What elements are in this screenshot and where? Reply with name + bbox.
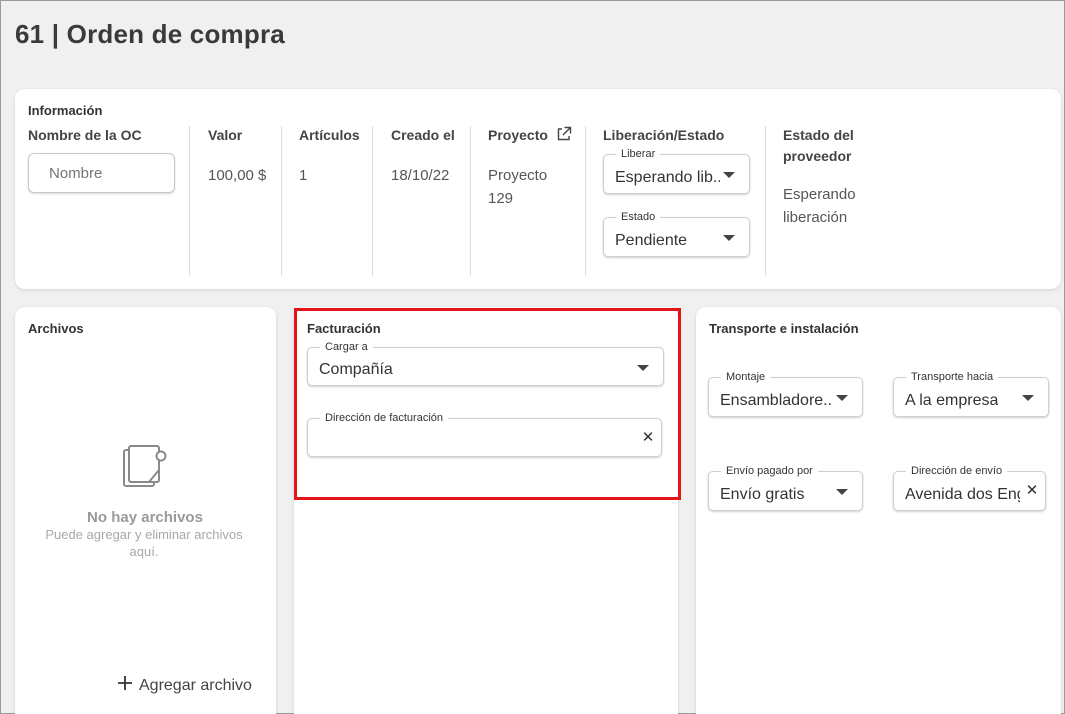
supplier-status-label: Estado del proveedor (783, 125, 854, 167)
articles-count: 1 (299, 167, 308, 184)
value-label: Valor (208, 127, 243, 143)
chevron-down-icon (723, 235, 735, 241)
supplier-status-value-line1: Esperando (783, 186, 856, 203)
plus-icon (117, 675, 133, 696)
transport-card: Transporte e instalación Montaje Ensambl… (696, 307, 1061, 714)
assembly-value: Ensambladore... (720, 392, 832, 409)
empty-state-subtitle: Puede agregar y eliminar archivos aquí. (29, 526, 259, 560)
shipping-paid-label: Envío pagado por (721, 464, 818, 478)
shipping-address-label: Dirección de envío (906, 464, 1008, 478)
supplier-status-label-line1: Estado del (783, 127, 854, 143)
assembly-select[interactable]: Montaje Ensambladore... (708, 370, 863, 417)
column-divider (189, 126, 190, 276)
close-icon[interactable]: ✕ (1025, 482, 1039, 500)
column-divider (281, 126, 282, 276)
chevron-down-icon (1022, 395, 1034, 401)
articles-label: Artículos (299, 127, 360, 143)
charge-to-label: Cargar a (320, 340, 373, 354)
project-value-line1: Proyecto (488, 167, 548, 184)
files-card: Archivos No hay archivos Puede agregar y… (15, 307, 276, 714)
release-label: Liberación/Estado (603, 127, 725, 143)
column-divider (765, 126, 766, 276)
transport-section-title: Transporte e instalación (709, 321, 859, 336)
empty-state-subtitle-line2: aquí. (129, 544, 159, 559)
billing-section-title: Facturación (307, 321, 381, 336)
project-label: Proyecto (488, 125, 572, 148)
empty-state-subtitle-line1: Puede agregar y eliminar archivos (45, 527, 243, 542)
close-icon[interactable]: ✕ (641, 429, 655, 447)
transport-to-label: Transporte hacia (906, 370, 999, 384)
liberar-select[interactable]: Liberar Esperando lib... (603, 147, 750, 194)
shipping-address-value: Avenida dos Eng (905, 486, 1020, 503)
files-section-title: Archivos (28, 321, 84, 336)
transport-to-select[interactable]: Transporte hacia A la empresa (893, 370, 1049, 417)
transport-to-value: A la empresa (905, 392, 999, 409)
column-divider (585, 126, 586, 276)
liberar-label: Liberar (616, 147, 661, 161)
page-title: 61 | Orden de compra (15, 19, 285, 49)
shipping-paid-value: Envío gratis (720, 486, 805, 503)
add-file-button[interactable]: Agregar archivo (117, 675, 252, 696)
created-date: 18/10/22 (391, 167, 450, 184)
supplier-status-value-line2: liberación (783, 209, 848, 226)
chevron-down-icon (836, 489, 848, 495)
value-text: 100,00 $ (208, 167, 267, 184)
chevron-down-icon (723, 172, 735, 178)
column-divider (372, 126, 373, 276)
project-label-text: Proyecto (488, 127, 548, 143)
info-section-title: Información (28, 103, 103, 118)
app-window: 61 | Orden de compra Información Nombre … (0, 0, 1065, 714)
supplier-status-label-line2: proveedor (783, 148, 852, 164)
column-divider (470, 126, 471, 276)
po-name-input[interactable] (28, 153, 175, 193)
assembly-label: Montaje (721, 370, 771, 384)
info-card: Información Nombre de la OC Valor 100,00… (15, 89, 1061, 289)
chevron-down-icon (836, 395, 848, 401)
shipping-paid-select[interactable]: Envío pagado por Envío gratis (708, 464, 863, 511)
estado-value: Pendiente (615, 232, 688, 249)
estado-label: Estado (616, 210, 661, 224)
liberar-value: Esperando lib... (615, 169, 720, 186)
charge-to-value: Compañía (319, 361, 393, 378)
estado-select[interactable]: Estado Pendiente (603, 210, 750, 257)
shipping-address-field[interactable]: Dirección de envío Avenida dos Eng ✕ (893, 464, 1046, 511)
chevron-down-icon (637, 364, 649, 371)
po-name-label: Nombre de la OC (28, 127, 142, 143)
billing-card: Facturación Cargar a Compañía Dirección … (294, 307, 678, 714)
billing-address-field[interactable]: Dirección de facturación ✕ (307, 411, 662, 457)
project-value-line2: 129 (488, 190, 514, 207)
charge-to-select[interactable]: Cargar a Compañía (307, 340, 664, 386)
supplier-status-value: Esperando liberación (783, 183, 856, 229)
empty-state-title: No hay archivos (87, 509, 203, 526)
document-icon (121, 445, 167, 498)
external-link-icon[interactable] (556, 126, 572, 148)
project-value[interactable]: Proyecto 129 (488, 164, 547, 210)
created-label: Creado el (391, 127, 455, 143)
add-file-label: Agregar archivo (139, 676, 252, 694)
billing-address-label: Dirección de facturación (320, 411, 449, 425)
